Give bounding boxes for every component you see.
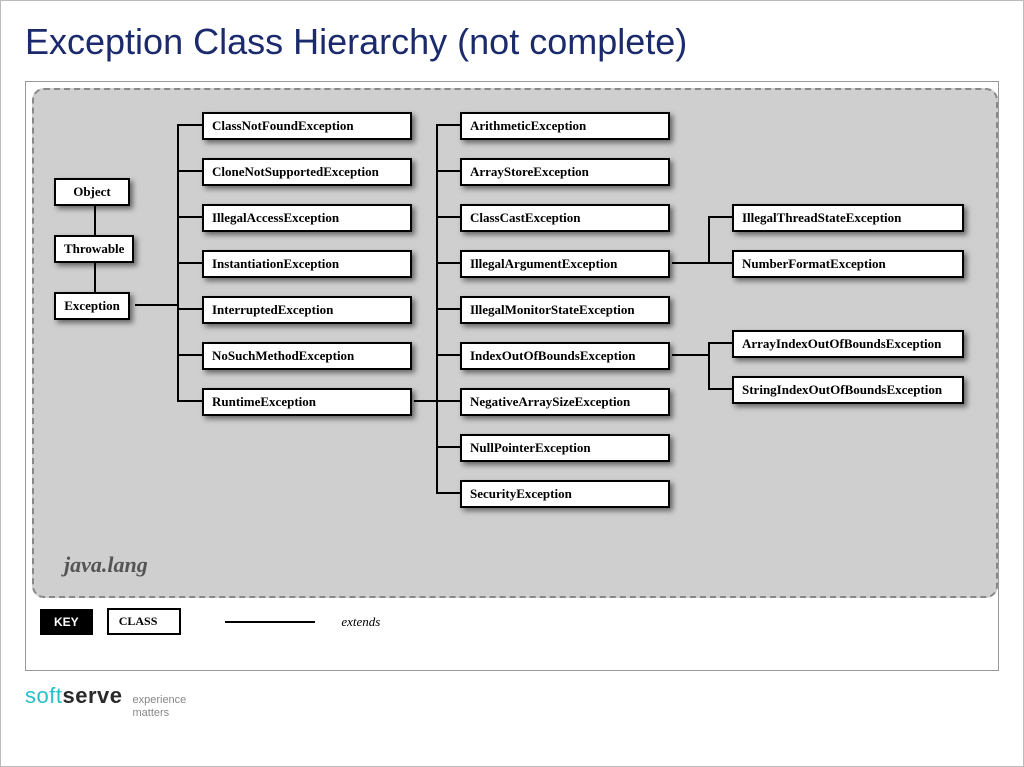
class-box: IllegalMonitorStateException <box>460 296 670 324</box>
line <box>177 170 202 172</box>
logo-tagline: experience matters <box>132 694 186 720</box>
line <box>436 492 460 494</box>
tagline-line: matters <box>132 707 186 720</box>
class-box: NegativeArraySizeException <box>460 388 670 416</box>
class-box: ArrayIndexOutOfBoundsException <box>732 330 964 358</box>
line <box>436 262 460 264</box>
line <box>177 308 202 310</box>
class-box: InstantiationException <box>202 250 412 278</box>
class-box: InterruptedException <box>202 296 412 324</box>
line <box>177 216 202 218</box>
line <box>94 262 96 292</box>
class-box: NoSuchMethodException <box>202 342 412 370</box>
line <box>177 124 202 126</box>
package-label: java.lang <box>64 552 148 578</box>
line <box>672 354 708 356</box>
line <box>436 216 460 218</box>
logo-first: soft <box>25 683 62 708</box>
line <box>177 262 202 264</box>
line <box>708 216 732 218</box>
line <box>672 262 708 264</box>
class-box: IndexOutOfBoundsException <box>460 342 670 370</box>
class-box: CloneNotSupportedException <box>202 158 412 186</box>
diagram-panel: Object Throwable Exception ClassNotFound… <box>32 88 998 598</box>
class-throwable: Throwable <box>54 235 134 263</box>
line <box>708 262 732 264</box>
line <box>94 205 96 235</box>
class-box: IllegalThreadStateException <box>732 204 964 232</box>
line <box>436 354 460 356</box>
class-box: SecurityException <box>460 480 670 508</box>
line <box>414 400 436 402</box>
line <box>436 308 460 310</box>
class-object: Object <box>54 178 130 206</box>
class-box: IllegalAccessException <box>202 204 412 232</box>
logo-second: serve <box>62 683 122 708</box>
class-box: ArithmeticException <box>460 112 670 140</box>
class-box: IllegalArgumentException <box>460 250 670 278</box>
class-box: NullPointerException <box>460 434 670 462</box>
slide-title: Exception Class Hierarchy (not complete) <box>25 21 999 63</box>
line <box>436 170 460 172</box>
class-box: RuntimeException <box>202 388 412 416</box>
class-box: ArrayStoreException <box>460 158 670 186</box>
line <box>436 124 460 126</box>
diagram-key: KEY CLASS extends <box>32 608 992 635</box>
line <box>708 216 710 264</box>
footer-logo: softserve experience matters <box>25 685 999 720</box>
tagline-line: experience <box>132 694 186 707</box>
line <box>177 354 202 356</box>
diagram-frame: Object Throwable Exception ClassNotFound… <box>25 81 999 671</box>
class-box: ClassCastException <box>460 204 670 232</box>
key-extends-label: extends <box>341 614 380 630</box>
class-box: StringIndexOutOfBoundsException <box>732 376 964 404</box>
key-class-box: CLASS <box>107 608 182 635</box>
slide: Exception Class Hierarchy (not complete)… <box>0 0 1024 767</box>
line <box>708 388 732 390</box>
line <box>135 304 177 306</box>
line <box>436 400 460 402</box>
class-box: NumberFormatException <box>732 250 964 278</box>
key-extends-line <box>225 621 315 623</box>
line <box>436 446 460 448</box>
class-box: ClassNotFoundException <box>202 112 412 140</box>
class-exception: Exception <box>54 292 130 320</box>
line <box>708 342 710 390</box>
line <box>177 400 202 402</box>
line <box>708 342 732 344</box>
key-badge: KEY <box>40 609 93 635</box>
